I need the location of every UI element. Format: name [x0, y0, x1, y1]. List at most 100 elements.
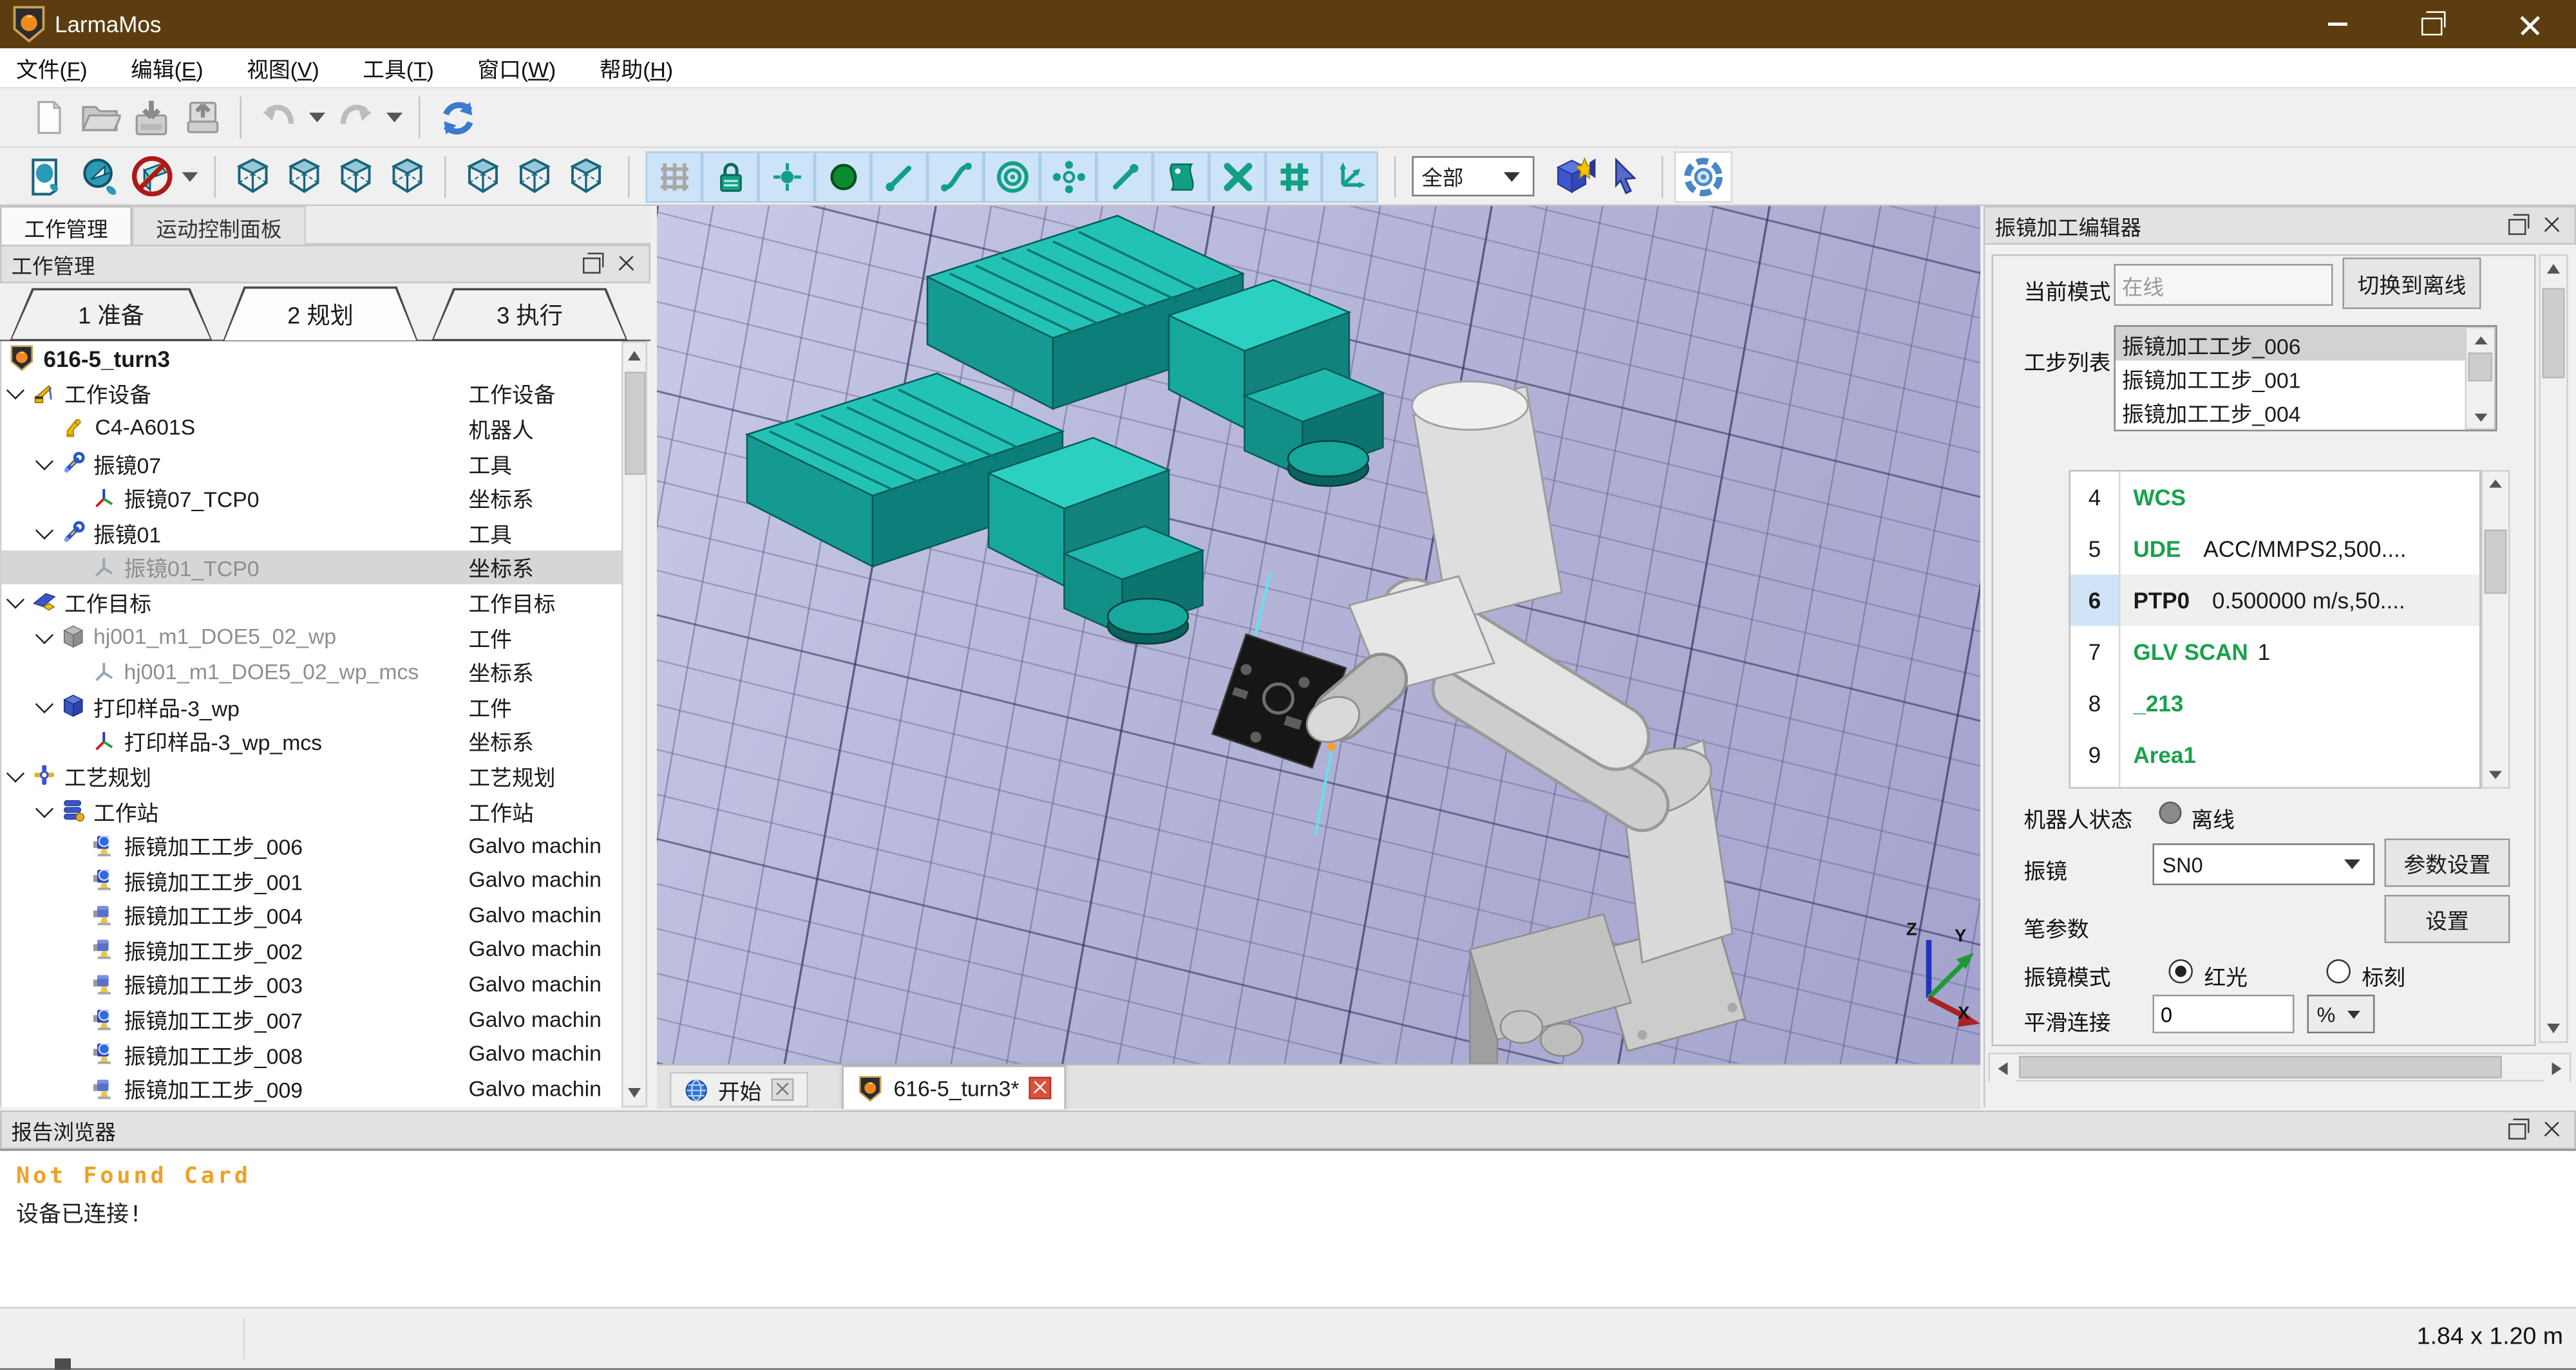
- scroll-right-arrow[interactable]: [2544, 1055, 2570, 1084]
- expander-icon[interactable]: [6, 382, 24, 400]
- wizard-tab-prepare[interactable]: 1 准备: [10, 288, 213, 342]
- galvo-select[interactable]: SN0: [2153, 843, 2375, 885]
- tree-row-print-sample-mcs[interactable]: 打印样品-3_wp_mcs 坐标系: [2, 724, 622, 758]
- snap-intersection-button[interactable]: [1209, 151, 1266, 202]
- tree-row-workstation[interactable]: 工作站 工作站: [2, 793, 622, 828]
- switch-offline-button[interactable]: 切换到离线: [2343, 258, 2481, 309]
- panel-horizontal-scrollbar[interactable]: [1989, 1053, 2571, 1082]
- zoom-fit-button[interactable]: [23, 152, 74, 200]
- tree-row-step-006[interactable]: 振镜加工工步_006 Galvo machin: [2, 828, 622, 863]
- snap-quadrant-button[interactable]: [1040, 151, 1097, 202]
- program-row[interactable]: 8 _213: [2070, 678, 2479, 729]
- snap-grid-button[interactable]: [646, 151, 703, 202]
- tree-row-step-009[interactable]: 振镜加工工步_009 Galvo machin: [2, 1071, 622, 1106]
- menu-view[interactable]: 视图(V): [247, 52, 319, 84]
- report-browser-content[interactable]: Not Found Card 设备已连接!: [0, 1149, 2576, 1307]
- tree-row-work-devices[interactable]: 工作设备 工作设备: [2, 376, 622, 411]
- refresh-button[interactable]: [431, 93, 483, 142]
- tree-row-galvo07[interactable]: 振镜07 工具: [2, 446, 622, 480]
- tree-row-robot[interactable]: C4-A601S 机器人: [2, 411, 622, 446]
- tree-row-step-003[interactable]: 振镜加工工步_003 Galvo machin: [2, 967, 622, 1002]
- filter-select[interactable]: 全部: [1412, 156, 1535, 197]
- expander-icon[interactable]: [35, 521, 53, 539]
- expander-icon[interactable]: [35, 695, 53, 713]
- program-row[interactable]: 9 Area1: [2070, 729, 2479, 781]
- close-tab-button[interactable]: [1029, 1077, 1052, 1100]
- program-table-scrollbar[interactable]: [2481, 470, 2510, 789]
- tree-row-workpiece-hj001[interactable]: hj001_m1_DOE5_02_wp 工件: [2, 619, 622, 654]
- snap-tangent-button[interactable]: [1097, 151, 1153, 202]
- machine-settings-button[interactable]: [1674, 151, 1732, 202]
- tab-motion-control[interactable]: 运动控制面板: [132, 206, 306, 245]
- close-panel-button[interactable]: [2539, 212, 2565, 238]
- new-file-button[interactable]: [23, 93, 74, 142]
- current-mode-field[interactable]: [2114, 264, 2333, 306]
- undo-button[interactable]: [253, 93, 305, 142]
- minimize-button[interactable]: [2301, 0, 2375, 48]
- expander-icon[interactable]: [35, 625, 53, 643]
- redo-dropdown-caret[interactable]: [386, 113, 402, 122]
- snap-concentric-button[interactable]: [984, 151, 1041, 202]
- menu-edit[interactable]: 编辑(E): [131, 52, 204, 84]
- scrollbar-thumb[interactable]: [2468, 353, 2493, 382]
- program-row[interactable]: 10 Area2: [2070, 781, 2479, 789]
- galvo-machine-2[interactable]: [747, 373, 1203, 644]
- undo-dropdown-caret[interactable]: [309, 113, 325, 122]
- expander-icon[interactable]: [6, 764, 24, 782]
- smooth-unit-select[interactable]: %: [2307, 995, 2375, 1033]
- scroll-down-arrow[interactable]: [623, 1080, 646, 1106]
- tree-row-galvo01[interactable]: 振镜01 工具: [2, 515, 622, 550]
- snap-endpoint-button[interactable]: [871, 151, 928, 202]
- menu-file[interactable]: 文件(F): [16, 52, 88, 84]
- scrollbar-thumb[interactable]: [625, 372, 646, 475]
- view-top-button[interactable]: [330, 152, 382, 200]
- program-row[interactable]: 7 GLV SCAN 1: [2070, 626, 2479, 678]
- zoom-select-button[interactable]: [74, 152, 126, 200]
- restore-button[interactable]: [2394, 0, 2468, 48]
- pen-settings-button[interactable]: 设置: [2385, 895, 2510, 943]
- tree-row-work-targets[interactable]: 工作目标 工作目标: [2, 585, 622, 619]
- snap-point-button[interactable]: [759, 151, 815, 202]
- menu-tools[interactable]: 工具(T): [363, 52, 434, 84]
- select-mode-button[interactable]: [1599, 152, 1651, 200]
- section-dropdown-caret[interactable]: [182, 171, 198, 181]
- tree-scrollbar[interactable]: [621, 341, 647, 1107]
- open-file-button[interactable]: [74, 93, 126, 142]
- doc-tab-project[interactable]: 616-5_turn3*: [842, 1065, 1066, 1109]
- view-front-button[interactable]: [279, 152, 330, 200]
- menu-help[interactable]: 帮助(H): [600, 52, 673, 84]
- scrollbar-thumb[interactable]: [2485, 530, 2507, 594]
- close-button[interactable]: [2492, 0, 2566, 48]
- new-scene-button[interactable]: [1548, 152, 1599, 200]
- scroll-down-arrow[interactable]: [2467, 406, 2494, 428]
- close-tab-button[interactable]: [772, 1078, 794, 1101]
- section-off-button[interactable]: [126, 152, 177, 200]
- snap-surface-button[interactable]: [1153, 151, 1209, 202]
- viewport-3d[interactable]: Z Y X: [657, 206, 1980, 1064]
- view-back-button[interactable]: [457, 152, 509, 200]
- tree-row-project[interactable]: 616-5_turn3: [2, 341, 622, 376]
- view-right-button[interactable]: [382, 152, 433, 200]
- float-panel-button[interactable]: [2504, 212, 2530, 238]
- save-button[interactable]: [126, 93, 177, 142]
- tree-row-workpiece-hj001-mcs[interactable]: hj001_m1_DOE5_02_wp_mcs 坐标系: [2, 654, 622, 689]
- float-panel-button[interactable]: [2504, 1117, 2530, 1143]
- snap-curve-button[interactable]: [927, 151, 984, 202]
- doc-tab-start[interactable]: 开始: [670, 1072, 808, 1107]
- list-item[interactable]: 振镜加工工步_004: [2116, 395, 2496, 429]
- robot-arm-model[interactable]: [1299, 382, 1745, 1064]
- snap-gridpoint-button[interactable]: [1265, 151, 1322, 202]
- scroll-up-arrow[interactable]: [2541, 256, 2566, 282]
- list-item[interactable]: 振镜加工工步_001: [2116, 361, 2496, 395]
- tree-row-print-sample[interactable]: 打印样品-3_wp 工件: [2, 689, 622, 724]
- close-panel-button[interactable]: [2539, 1117, 2565, 1143]
- tree-row-galvo07-tcp0[interactable]: 振镜07_TCP0 坐标系: [2, 480, 622, 515]
- radio-marking[interactable]: [2327, 959, 2351, 984]
- menu-window[interactable]: 窗口(W): [477, 52, 556, 84]
- list-item[interactable]: 振镜加工工步_006: [2116, 327, 2496, 361]
- scrollbar-thumb[interactable]: [2019, 1056, 2502, 1078]
- snap-csys-button[interactable]: [1322, 151, 1379, 202]
- scroll-up-arrow[interactable]: [2467, 328, 2494, 351]
- tree-row-step-007[interactable]: 振镜加工工步_007 Galvo machin: [2, 1002, 622, 1037]
- program-row-selected[interactable]: 6 PTP0 0.500000 m/s,50....: [2070, 575, 2479, 626]
